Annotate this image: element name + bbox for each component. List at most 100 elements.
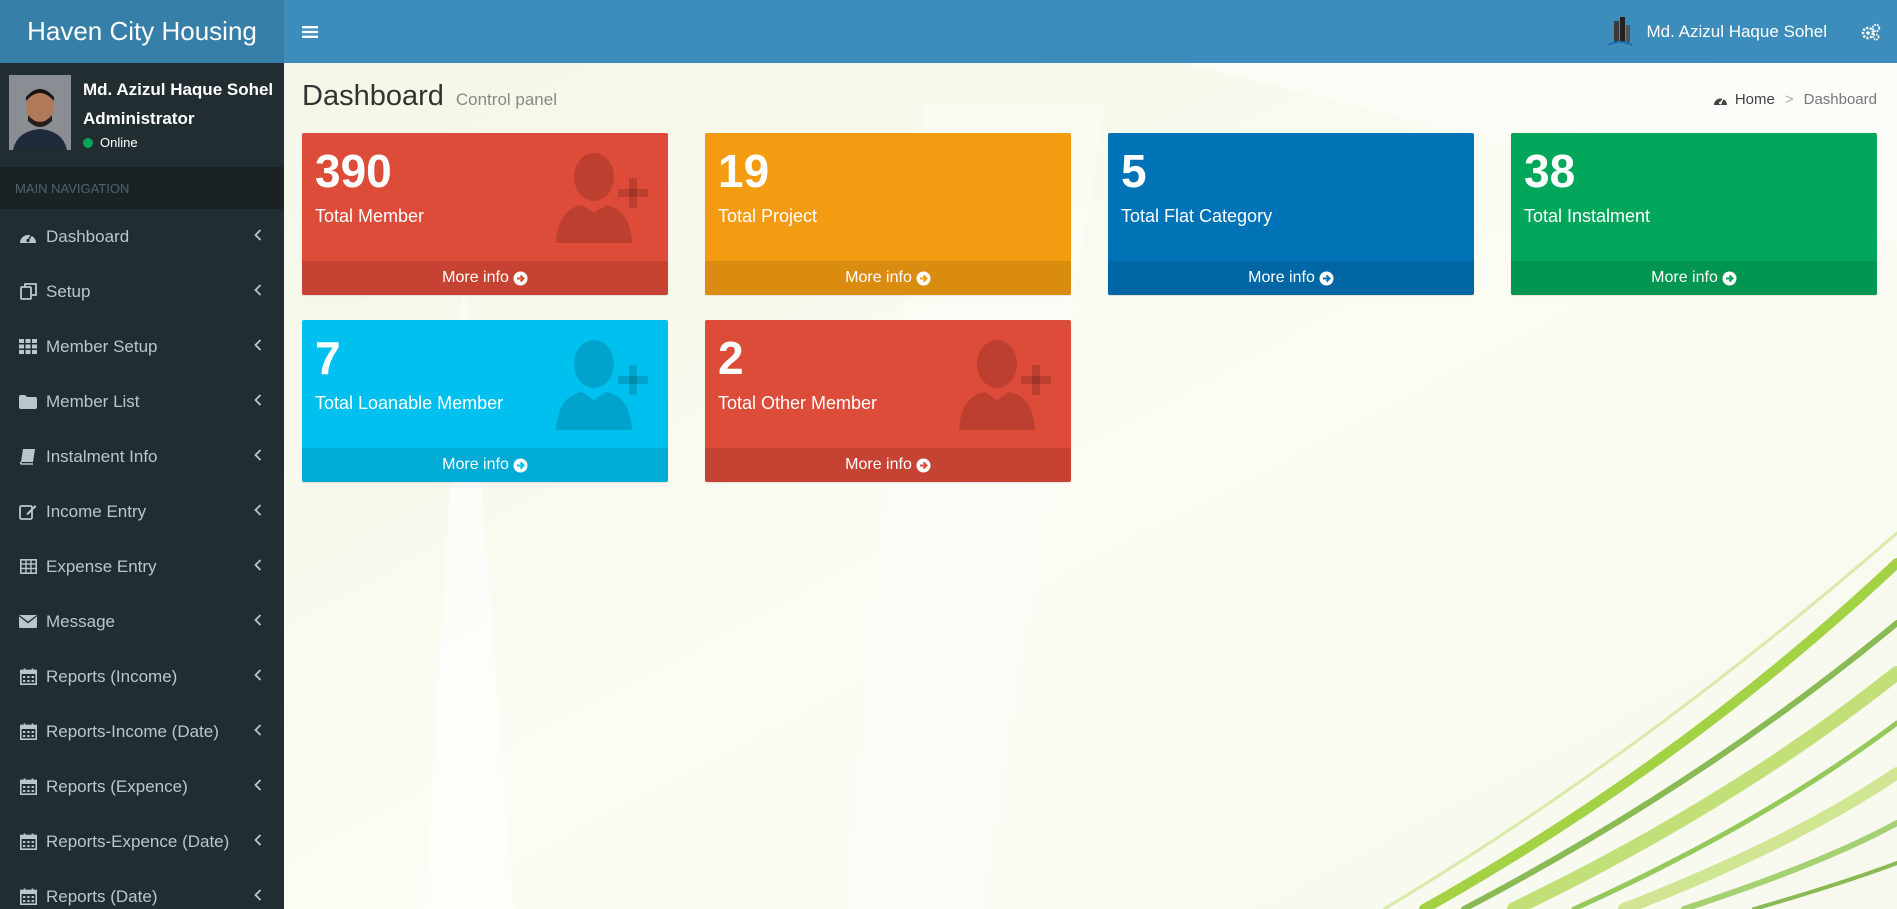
calendar-icon [18, 778, 38, 796]
sidebar-item-label: Dashboard [46, 226, 130, 246]
sidebar-item-reports-income[interactable]: Reports (Income) [0, 649, 284, 704]
user-plus-icon [556, 340, 648, 430]
sidebar-item-label: Income Entry [46, 501, 147, 521]
sidebar-item-label: Expense Entry [46, 556, 157, 576]
chevron-left-icon [254, 394, 262, 406]
sidebar-item-reports-expence[interactable]: Reports (Expence) [0, 759, 284, 814]
sidebar-item-label: Reports (Expence) [46, 776, 188, 796]
more-info-link[interactable]: More info [302, 448, 668, 482]
page-title: Dashboard [302, 80, 444, 112]
user-plus-icon [556, 153, 648, 243]
breadcrumb-home-label: Home [1734, 91, 1775, 108]
chevron-left-icon [254, 614, 262, 626]
stat-label: Total Instalment [1524, 206, 1651, 226]
hamburger-icon [302, 25, 318, 38]
stat-value: 5 [1121, 145, 1147, 197]
more-info-link[interactable]: More info [705, 261, 1071, 295]
sidebar-toggle-button[interactable] [284, 0, 336, 63]
sidebar-item-setup[interactable]: Setup [0, 264, 284, 319]
arrow-circle-right-icon [1319, 271, 1334, 285]
calendar-icon [18, 723, 38, 741]
grid-icon [18, 338, 38, 356]
navbar: Md. Azizul Haque Sohel [284, 0, 1897, 63]
stat-box-total-instalment: 38 Total Instalment More info [1511, 133, 1877, 295]
sidebar-item-instalment-info[interactable]: Instalment Info [0, 429, 284, 484]
chevron-left-icon [254, 559, 262, 571]
sidebar-item-message[interactable]: Message [0, 594, 284, 649]
arrow-circle-right-icon [916, 458, 931, 472]
sidebar-item-label: Reports (Date) [46, 886, 158, 906]
edit-icon [18, 503, 38, 521]
avatar [9, 75, 71, 150]
sidebar-item-label: Message [46, 611, 115, 631]
chevron-left-icon [254, 449, 262, 461]
sidebar-menu: Dashboard Setup Member Setup Member List Ins… [0, 209, 284, 909]
arrow-circle-right-icon [916, 271, 931, 285]
breadcrumb: Home > Dashboard [1713, 91, 1877, 108]
online-status[interactable]: Online [83, 133, 273, 153]
breadcrumb-home-link[interactable]: Home [1713, 91, 1775, 108]
user-panel: Md. Azizul Haque Sohel Administrator Onl… [0, 63, 284, 167]
sidebar-item-reports-date[interactable]: Reports (Date) [0, 869, 284, 909]
dashboard-icon [1713, 97, 1727, 105]
more-info-link[interactable]: More info [705, 448, 1071, 482]
sidebar-item-label: Reports-Income (Date) [46, 721, 219, 741]
chevron-left-icon [254, 284, 262, 296]
stat-value: 38 [1524, 145, 1576, 197]
more-info-label: More info [845, 269, 912, 286]
stat-box-total-member: 390 Total Member More info [302, 133, 668, 295]
user-name: Md. Azizul Haque Sohel [1646, 21, 1828, 41]
calendar-icon [18, 833, 38, 851]
nav-header: MAIN NAVIGATION [0, 167, 284, 209]
more-info-link[interactable]: More info [302, 261, 668, 295]
stat-label: Total Project [718, 206, 818, 226]
sidebar-item-member-setup[interactable]: Member Setup [0, 319, 284, 374]
more-info-label: More info [442, 456, 509, 473]
sidebar-item-income-entry[interactable]: Income Entry [0, 484, 284, 539]
sidebar-item-label: Instalment Info [46, 446, 158, 466]
chevron-left-icon [254, 669, 262, 681]
arrow-circle-right-icon [513, 271, 528, 285]
more-info-label: More info [442, 269, 509, 286]
dashboard-icon [18, 228, 38, 246]
sidebar-item-dashboard[interactable]: Dashboard [0, 209, 284, 264]
settings-button[interactable] [1845, 0, 1897, 63]
sidebar-item-reports-expence-date[interactable]: Reports-Expence (Date) [0, 814, 284, 869]
arrow-circle-right-icon [1722, 271, 1737, 285]
sidebar-user-role: Administrator [83, 109, 195, 128]
folder-icon [18, 393, 38, 411]
more-info-label: More info [1248, 269, 1315, 286]
sidebar-user-name: Md. Azizul Haque Sohel [83, 80, 274, 99]
sidebar-item-label: Setup [46, 281, 91, 301]
arrow-circle-right-icon [513, 458, 528, 472]
chevron-left-icon [254, 724, 262, 736]
copy-icon [18, 283, 38, 301]
chevron-left-icon [254, 889, 262, 901]
stat-value: 19 [718, 145, 770, 197]
app-logo[interactable]: Haven City Housing [0, 0, 284, 63]
book-icon [18, 448, 38, 466]
stat-box-total-other-member: 2 Total Other Member More info [705, 320, 1071, 482]
sidebar: Md. Azizul Haque Sohel Administrator Onl… [0, 63, 284, 909]
stat-box-total-flat-category: 5 Total Flat Category More info [1108, 133, 1474, 295]
stat-box-total-loanable-member: 7 Total Loanable Member More info [302, 320, 668, 482]
user-menu[interactable]: Md. Azizul Haque Sohel [1595, 0, 1846, 63]
sidebar-item-member-list[interactable]: Member List [0, 374, 284, 429]
chevron-left-icon [254, 834, 262, 846]
chevron-left-icon [254, 504, 262, 516]
breadcrumb-current: Dashboard [1803, 91, 1877, 108]
main-content: Dashboard Control panel Home > Dashboard… [284, 63, 1897, 909]
more-info-link[interactable]: More info [1511, 261, 1877, 295]
stat-label: Total Flat Category [1121, 206, 1273, 226]
stat-box-total-project: 19 Total Project More info [705, 133, 1071, 295]
status-dot-icon [83, 138, 93, 148]
sidebar-item-label: Member List [46, 391, 140, 411]
chevron-left-icon [254, 779, 262, 791]
user-plus-icon [959, 340, 1051, 430]
sidebar-item-reports-income-date[interactable]: Reports-Income (Date) [0, 704, 284, 759]
more-info-link[interactable]: More info [1108, 261, 1474, 295]
sidebar-item-label: Reports (Income) [46, 666, 178, 686]
status-label: Online [100, 135, 138, 150]
more-info-label: More info [1651, 269, 1718, 286]
sidebar-item-expense-entry[interactable]: Expense Entry [0, 539, 284, 594]
